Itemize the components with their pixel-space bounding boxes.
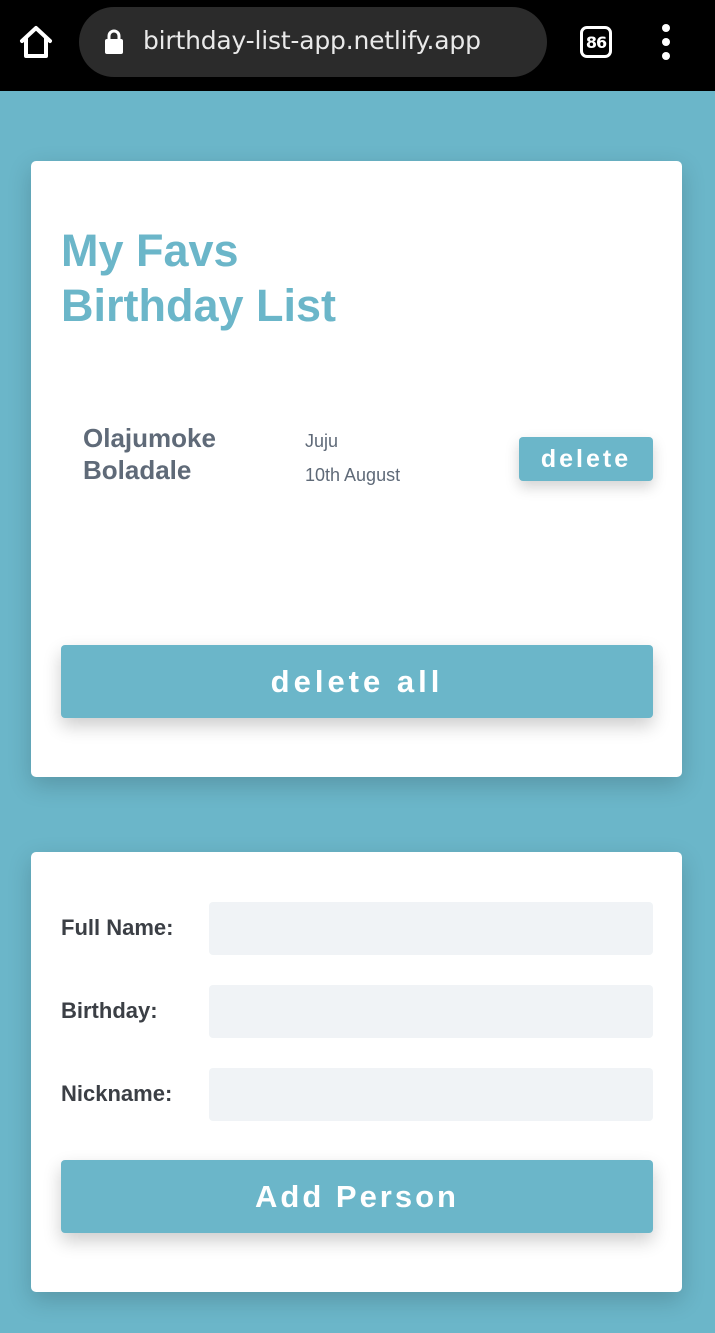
birthday-label: Birthday: [61, 998, 158, 1023]
page-title: My Favs Birthday List [61, 223, 461, 333]
delete-all-button[interactable]: delete all [61, 645, 653, 718]
title-line-2: Birthday List [61, 280, 337, 331]
add-person-form: Full Name: Birthday: Nickname: Add Perso… [31, 852, 682, 1292]
person-birthday: 10th August [305, 465, 401, 485]
person-nickname: Juju [305, 431, 339, 451]
add-person-button[interactable]: Add Person [61, 1160, 653, 1233]
full-name-input[interactable] [209, 902, 653, 955]
more-vertical-icon[interactable] [654, 24, 678, 60]
tabs-icon[interactable]: 86 [580, 26, 612, 58]
birthday-input[interactable] [209, 985, 653, 1038]
full-name-label: Full Name: [61, 915, 174, 940]
nickname-input[interactable] [209, 1068, 653, 1121]
lock-icon [104, 28, 124, 56]
delete-button[interactable]: delete [519, 437, 653, 481]
home-icon[interactable] [16, 22, 56, 62]
nickname-label: Nickname: [61, 1081, 173, 1106]
title-line-1: My Favs [61, 225, 239, 276]
birthday-list-card: My Favs Birthday List Olajumoke Boladale… [31, 161, 682, 777]
url-text[interactable]: birthday-list-app.netlify.app [143, 26, 481, 55]
browser-toolbar: birthday-list-app.netlify.app 86 [0, 0, 715, 91]
person-full-name: Olajumoke Boladale [83, 423, 216, 485]
